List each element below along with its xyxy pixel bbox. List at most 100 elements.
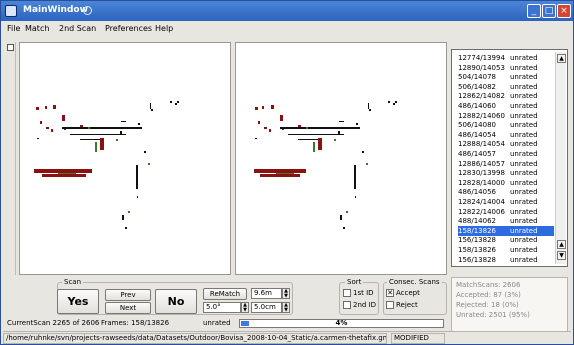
scan-plot-left: [34, 101, 179, 229]
sort-group-label: Sort: [345, 278, 364, 287]
list-item[interactable]: 12882/14060 unrated: [458, 111, 554, 121]
scan-view-right[interactable]: [235, 42, 447, 275]
sort-2nd-id-checkbox[interactable]: [343, 301, 351, 309]
scan-pair-id: 486/14056: [458, 188, 496, 197]
list-item[interactable]: 158/13826 unrated: [458, 225, 554, 236]
list-item[interactable]: 12888/14054 unrated: [458, 139, 554, 149]
sort-2nd-id-label: 2nd ID: [353, 301, 377, 309]
menu-preferences[interactable]: Preferences: [105, 24, 152, 33]
scan-pair-status: unrated: [510, 140, 538, 149]
list-item[interactable]: 504/14078 unrated: [458, 72, 554, 82]
scroll-up-arrow-icon[interactable]: ▲: [557, 54, 566, 63]
list-item[interactable]: 486/14060 unrated: [458, 101, 554, 111]
scan-pair-status: unrated: [510, 198, 538, 206]
rating-stats: MatchScans: 2606 Accepted: 87 (3%) Rejec…: [451, 277, 568, 332]
sort-1st-id-checkbox[interactable]: [343, 289, 351, 297]
list-item[interactable]: 506/14080 unrated: [458, 120, 554, 130]
rejected-count: Rejected: 18 (0%): [456, 301, 519, 309]
frames-label: Frames: 158/13826: [101, 319, 170, 327]
window-title: MainWindow: [23, 5, 88, 15]
scan-pair-status: unrated: [510, 255, 538, 264]
list-item[interactable]: 12828/14000 unrated: [458, 178, 554, 188]
status-bar: /home/ruhnke/svn/projects-rawseeds/data/…: [3, 331, 571, 344]
scan-view-left[interactable]: [19, 42, 231, 275]
scan-pair-id: 158/13826: [458, 226, 496, 235]
list-scrollbar[interactable]: ▲ ▲ ▼: [555, 52, 566, 264]
current-scan-label: CurrentScan 2265 of 2606: [7, 319, 100, 327]
progress-percent: 4%: [335, 319, 348, 327]
scan-pair-status: unrated: [510, 121, 538, 130]
scan-group-label: Scan: [62, 278, 84, 287]
consec-scans-group: Consec. Scans: [383, 278, 447, 315]
scan-pair-id: 486/14060: [458, 102, 496, 110]
distance-spinner[interactable]: ▲ ▼: [282, 288, 290, 299]
list-item[interactable]: 12830/13998 unrated: [458, 168, 554, 178]
scan-pair-status: unrated: [510, 217, 538, 226]
scan-pair-status: unrated: [510, 92, 538, 101]
list-item[interactable]: 12822/14006 unrated: [458, 207, 554, 217]
menu-match[interactable]: Match: [25, 24, 49, 33]
offset-spinner[interactable]: ▲ ▼: [282, 302, 290, 313]
list-item[interactable]: 156/13828 unrated: [458, 255, 554, 265]
angle-field[interactable]: 5.0°: [203, 302, 241, 313]
list-item[interactable]: 12886/14057 unrated: [458, 159, 554, 169]
distance-field[interactable]: 9.6m: [251, 288, 282, 299]
scan-pair-status: unrated: [510, 188, 538, 197]
rematch-button[interactable]: ReMatch: [203, 288, 247, 300]
no-button[interactable]: No: [155, 289, 197, 314]
scan-pair-id: 12882/14060: [458, 111, 505, 120]
list-item[interactable]: 486/14056 unrated: [458, 187, 554, 197]
close-button[interactable]: ×: [557, 4, 571, 18]
float-icon[interactable]: [7, 44, 14, 51]
list-item[interactable]: 506/14082 unrated: [458, 82, 554, 92]
list-item[interactable]: 486/14054 unrated: [458, 130, 554, 140]
menu-2nd-scan[interactable]: 2nd Scan: [59, 24, 96, 33]
scan-pair-status: unrated: [510, 82, 538, 91]
list-item[interactable]: 12824/14004 unrated: [458, 197, 554, 207]
scan-pair-status: unrated: [510, 54, 538, 62]
reject-checkbox[interactable]: [386, 301, 394, 309]
next-button[interactable]: Next: [105, 302, 151, 314]
accepted-count: Accepted: 87 (3%): [456, 291, 521, 299]
app-icon: [5, 5, 17, 17]
list-item[interactable]: 488/14062 unrated: [458, 216, 554, 226]
scan-pair-id: 504/14078: [458, 73, 496, 82]
modified-indicator: MODIFIED: [391, 333, 445, 344]
yes-button[interactable]: Yes: [57, 289, 99, 314]
scan-pair-id: 12862/14082: [458, 92, 505, 101]
list-item[interactable]: 156/13828 unrated: [458, 235, 554, 245]
scan-pair-id: 12774/13994: [458, 54, 505, 62]
scan-pair-id: 12830/13998: [458, 169, 505, 178]
minimize-button[interactable]: _: [527, 4, 541, 18]
scroll-up-arrow-icon-bottom[interactable]: ▲: [557, 240, 566, 249]
scan-pair-id: 486/14057: [458, 150, 496, 158]
offset-field[interactable]: 5.0cm: [251, 302, 282, 313]
scan-pair-status: unrated: [510, 236, 538, 245]
list-item[interactable]: 12862/14082 unrated: [458, 91, 554, 101]
menu-bar: File Match 2nd Scan Preferences Help: [1, 22, 573, 36]
list-item[interactable]: 12890/14053 unrated: [458, 63, 554, 73]
menu-file[interactable]: File: [7, 24, 20, 33]
list-item[interactable]: 158/13826 unrated: [458, 245, 554, 255]
scan-pair-id: 486/14054: [458, 130, 496, 139]
list-item[interactable]: 486/14057 unrated: [458, 149, 554, 159]
scan-pair-id: 12828/14000: [458, 178, 505, 187]
prev-button[interactable]: Prev: [105, 289, 151, 301]
scan-pair-id: 12886/14057: [458, 159, 505, 168]
scan-pair-id: 488/14062: [458, 217, 496, 226]
maximize-button[interactable]: □: [542, 4, 556, 18]
list-item[interactable]: 12774/13994 unrated: [458, 53, 554, 63]
scan-list[interactable]: 12774/13994 unrated 12890/14053 unrated 504/…: [451, 49, 568, 267]
scan-pair-status: unrated: [510, 150, 538, 158]
dock-handle[interactable]: [5, 42, 16, 275]
title-bar[interactable]: MainWindow _ □ ×: [1, 1, 573, 21]
angle-spinner[interactable]: ▲ ▼: [241, 302, 249, 313]
scan-pair-status: unrated: [510, 102, 538, 110]
file-path: /home/ruhnke/svn/projects-rawseeds/data/…: [3, 333, 387, 344]
pin-icon[interactable]: [83, 6, 92, 15]
accept-checkbox[interactable]: ✕: [386, 289, 394, 297]
main-window: MainWindow _ □ × File Match 2nd Scan Pre…: [0, 0, 574, 345]
scan-pair-status: unrated: [510, 169, 538, 178]
scroll-down-arrow-icon[interactable]: ▼: [557, 251, 566, 260]
menu-help[interactable]: Help: [155, 24, 173, 33]
